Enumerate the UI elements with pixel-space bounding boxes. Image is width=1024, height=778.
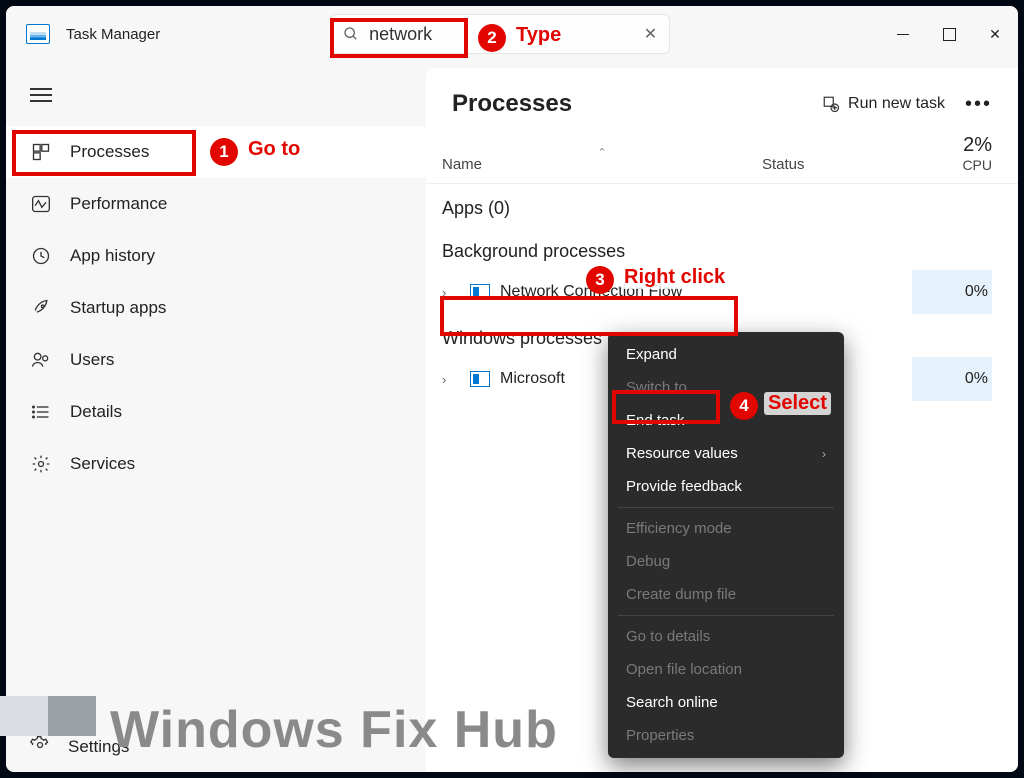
close-button[interactable] [972, 14, 1018, 54]
run-task-icon [822, 95, 840, 113]
sidebar-item-label: Processes [70, 142, 149, 162]
annotation-num-2: 2 [478, 24, 506, 52]
ctx-separator [618, 615, 834, 616]
sidebar-item-startup-apps[interactable]: Startup apps [6, 282, 426, 334]
column-name[interactable]: ⌃ Name [442, 156, 762, 173]
group-apps: Apps (0) [426, 184, 1018, 227]
annotation-label-3: Right click [620, 266, 729, 289]
ctx-separator [618, 507, 834, 508]
column-cpu[interactable]: 2% CPU [912, 134, 992, 173]
ctx-debug: Debug [608, 545, 844, 578]
sidebar-item-users[interactable]: Users [6, 334, 426, 386]
app-icon [26, 24, 50, 44]
ctx-open-file-loc: Open file location [608, 653, 844, 686]
minimize-button[interactable] [880, 14, 926, 54]
history-icon [30, 245, 52, 267]
sidebar-item-label: Startup apps [70, 298, 166, 318]
users-icon [30, 349, 52, 371]
annotation-num-1: 1 [210, 138, 238, 166]
settings-icon [30, 735, 50, 760]
ctx-provide-feedback[interactable]: Provide feedback [608, 470, 844, 503]
task-manager-window: Task Manager ✕ Processes [6, 6, 1018, 772]
gear-icon [30, 453, 52, 475]
activity-icon [30, 193, 52, 215]
ctx-create-dump: Create dump file [608, 578, 844, 611]
clear-search-icon[interactable]: ✕ [644, 24, 657, 44]
ctx-search-online[interactable]: Search online [608, 686, 844, 719]
process-cpu: 0% [912, 270, 992, 314]
maximize-button[interactable] [926, 14, 972, 54]
process-icon [470, 284, 490, 300]
annotation-label-4: Select [764, 392, 831, 415]
grid-icon [30, 141, 52, 163]
process-cpu: 0% [912, 357, 992, 401]
sidebar-item-label: Services [70, 454, 135, 474]
annotation-label-2: Type [512, 24, 565, 47]
run-new-task-button[interactable]: Run new task [822, 95, 945, 113]
rocket-icon [30, 297, 52, 319]
ctx-resource-values[interactable]: Resource values› [608, 437, 844, 470]
sidebar-item-details[interactable]: Details [6, 386, 426, 438]
ctx-go-to-details: Go to details [608, 620, 844, 653]
sidebar-item-performance[interactable]: Performance [6, 178, 426, 230]
sidebar: Processes Performance App history Startu… [6, 62, 426, 772]
run-new-task-label: Run new task [848, 95, 945, 113]
more-options-button[interactable]: ••• [965, 93, 992, 116]
column-status[interactable]: Status [762, 156, 912, 173]
ctx-properties: Properties [608, 719, 844, 752]
annotation-num-4: 4 [730, 392, 758, 420]
hamburger-button[interactable] [6, 72, 426, 118]
process-icon [470, 371, 490, 387]
group-background: Background processes [426, 227, 1018, 270]
window-controls [880, 14, 1018, 54]
search-icon [343, 26, 359, 42]
sidebar-item-app-history[interactable]: App history [6, 230, 426, 282]
settings-label: Settings [68, 737, 129, 757]
sidebar-item-label: Users [70, 350, 114, 370]
page-title: Processes [452, 90, 572, 118]
sort-caret-icon: ⌃ [597, 146, 606, 159]
sidebar-item-label: App history [70, 246, 155, 266]
annotation-num-3: 3 [586, 266, 614, 294]
sidebar-item-services[interactable]: Services [6, 438, 426, 490]
chevron-right-icon: › [822, 447, 826, 461]
ctx-expand[interactable]: Expand [608, 338, 844, 371]
chevron-right-icon: › [442, 285, 460, 300]
sidebar-item-label: Details [70, 402, 122, 422]
sidebar-item-label: Performance [70, 194, 167, 214]
chevron-right-icon: › [442, 372, 460, 387]
column-headers: ⌃ Name Status 2% CPU [426, 128, 1018, 184]
annotation-label-1: Go to [244, 138, 304, 161]
app-title: Task Manager [66, 26, 160, 43]
taskbar-hint [0, 696, 96, 736]
list-icon [30, 401, 52, 423]
ctx-efficiency-mode: Efficiency mode [608, 512, 844, 545]
